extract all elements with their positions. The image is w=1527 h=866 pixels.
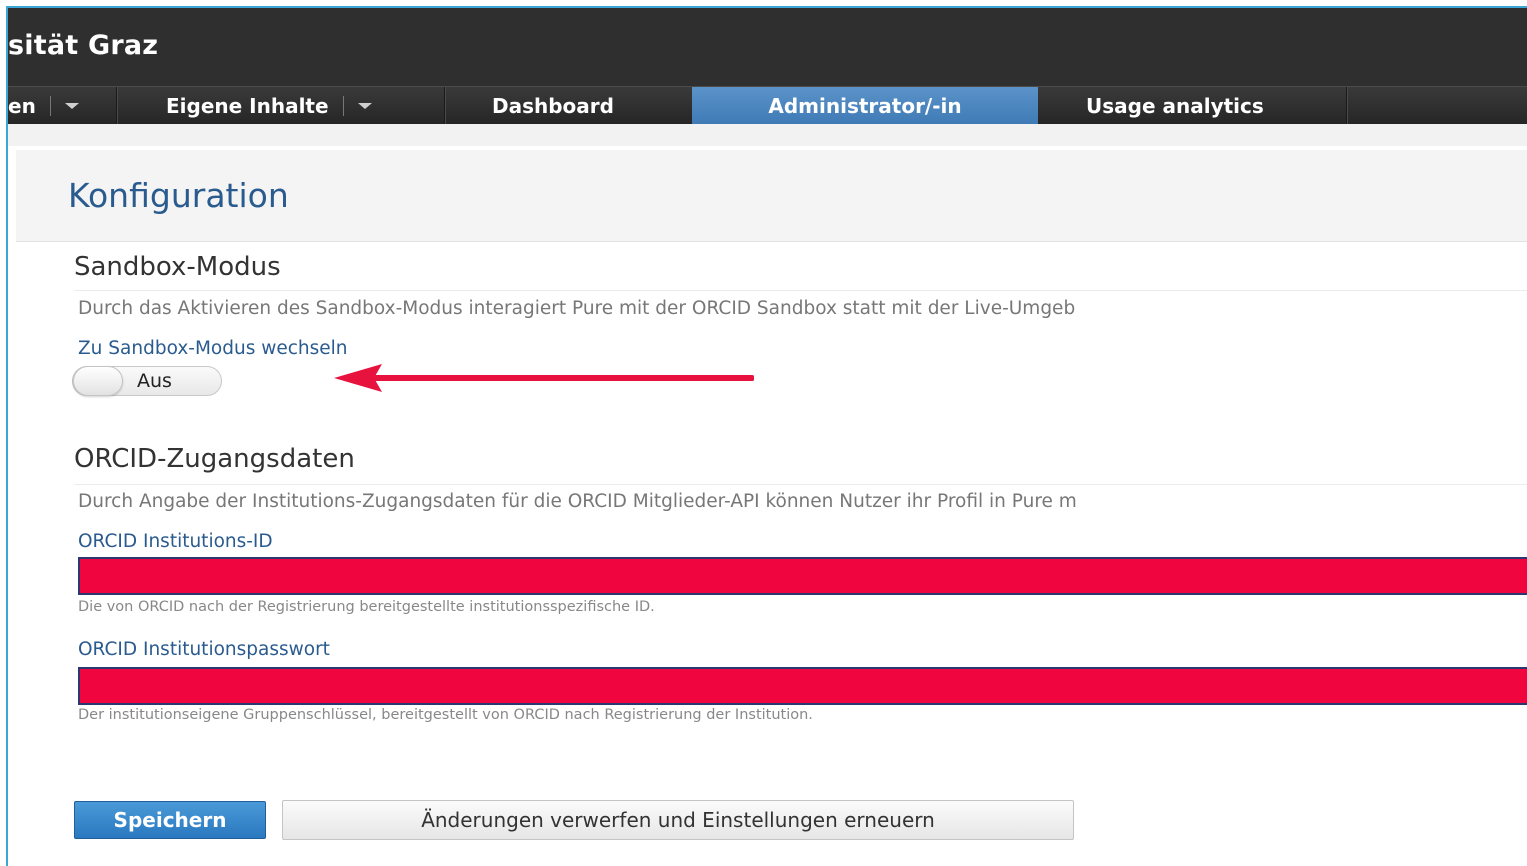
page-header: Konfiguration [16,150,1527,242]
nav-spacer [8,124,1527,146]
nav-item-administrator[interactable]: Administrator/-in [692,87,1038,125]
sandbox-switch-label: Zu Sandbox-Modus wechseln [78,338,348,359]
section-divider [74,290,1527,291]
top-header: sität Graz [8,8,1527,86]
nav-divider [116,87,117,125]
orcid-id-label: ORCID Institutions-ID [78,531,273,552]
toggle-state-label: Aus [137,370,172,392]
orcid-password-input-redacted[interactable] [78,667,1527,705]
brand-title: sität Graz [8,30,159,61]
page-title: Konfiguration [68,176,289,215]
arrow-left-icon [334,364,754,392]
nav-item-label: Usage analytics [1086,94,1264,118]
toggle-knob [73,366,123,396]
nav-separator [342,96,344,116]
nav-item-label: Administrator/-in [768,94,962,118]
orcid-password-label: ORCID Institutionspasswort [78,639,330,660]
orcid-id-input-redacted[interactable] [78,557,1527,595]
nav-item-label: en [8,94,36,118]
app-window: sität Graz en Eigene Inhalte Dashboard A… [6,6,1527,866]
orcid-id-hint: Die von ORCID nach der Registrierung ber… [78,599,655,615]
save-button[interactable]: Speichern [74,801,266,839]
discard-changes-button[interactable]: Änderungen verwerfen und Einstellungen e… [282,800,1074,840]
credentials-description: Durch Angabe der Institutions-Zugangsdat… [78,491,1077,512]
nav-divider [444,87,445,125]
nav-divider [1346,87,1347,125]
chevron-down-icon[interactable] [64,103,79,109]
nav-item-partial[interactable]: en [8,87,116,125]
nav-item-dashboard[interactable]: Dashboard [492,87,692,125]
nav-item-label: Dashboard [492,94,614,118]
nav-separator [49,96,51,116]
section-divider [74,484,1527,485]
nav-item-eigene-inhalte[interactable]: Eigene Inhalte [166,87,446,125]
nav-item-usage-analytics[interactable]: Usage analytics [1086,87,1356,125]
orcid-password-hint: Der institutionseigene Gruppenschlüssel,… [78,707,813,723]
chevron-down-icon[interactable] [357,103,372,109]
main-nav: en Eigene Inhalte Dashboard Administrato… [8,86,1527,125]
credentials-section-title: ORCID-Zugangsdaten [74,444,355,474]
sandbox-section-title: Sandbox-Modus [74,252,281,282]
nav-item-label: Eigene Inhalte [166,94,329,118]
sandbox-toggle[interactable]: Aus [72,366,222,396]
sandbox-description: Durch das Aktivieren des Sandbox-Modus i… [78,298,1076,319]
